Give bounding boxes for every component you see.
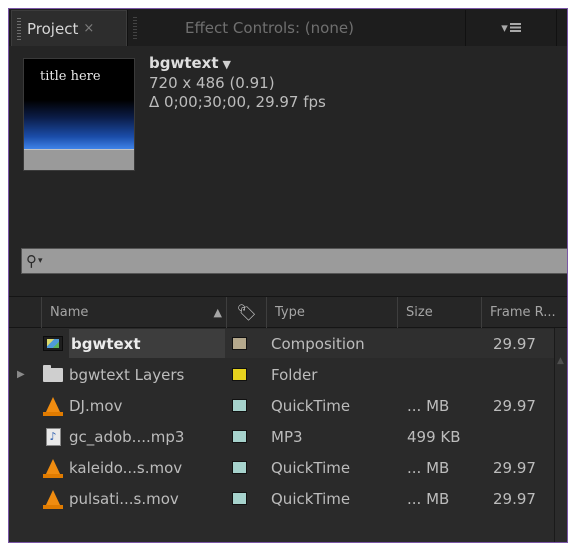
folder-icon	[41, 359, 65, 390]
label-tag-icon: 🏷	[236, 303, 257, 322]
item-name: bgwtext	[69, 329, 225, 358]
column-header-size[interactable]: Size	[397, 297, 481, 328]
item-size: ... MB	[407, 489, 450, 508]
item-size: 499 KB	[407, 427, 461, 446]
tab-project[interactable]: Project ×	[11, 10, 127, 46]
tab-grip-handle[interactable]	[133, 17, 137, 39]
preview-dimensions: 720 x 486 (0.91)	[149, 74, 275, 92]
expand-triangle-icon[interactable]: ▶	[17, 359, 31, 390]
item-size	[407, 328, 481, 359]
tab-close-icon[interactable]: ×	[83, 21, 94, 36]
expand-triangle-icon	[17, 390, 31, 421]
item-type: QuickTime	[271, 458, 351, 477]
item-name: kaleido...s.mov	[69, 458, 183, 477]
label-color-swatch[interactable]	[231, 328, 247, 359]
project-panel: Project × Effect Controls: (none) ▾ titl…	[8, 8, 568, 543]
column-header-type[interactable]: Type	[266, 297, 397, 328]
item-name: pulsati...s.mov	[69, 489, 179, 508]
item-frame-rate	[493, 421, 549, 452]
panel-menu-button[interactable]: ▾	[465, 10, 557, 46]
expand-triangle-icon	[17, 328, 31, 359]
column-header-name[interactable]: Name ▲	[41, 297, 226, 328]
audio-file-icon: ♪	[41, 421, 65, 452]
item-type: QuickTime	[271, 489, 351, 508]
item-type: Composition	[271, 334, 365, 353]
search-input[interactable]: ⚲ ▾	[21, 248, 567, 274]
list-item[interactable]: bgwtext Composition 29.97	[9, 328, 554, 359]
tab-effect-controls[interactable]: Effect Controls: (none)	[127, 10, 463, 46]
sort-ascending-icon: ▲	[213, 306, 222, 319]
item-type: Folder	[271, 365, 318, 384]
item-size	[407, 359, 481, 390]
composition-thumbnail: title here	[23, 58, 135, 171]
column-header-name-label: Name	[50, 305, 89, 320]
label-color-swatch[interactable]	[231, 452, 247, 483]
screenshot-frame: Project × Effect Controls: (none) ▾ titl…	[0, 0, 573, 553]
column-header-frame-rate[interactable]: Frame R...	[481, 297, 567, 328]
label-color-swatch[interactable]	[231, 421, 247, 452]
search-icon[interactable]: ⚲	[26, 252, 37, 270]
item-name: bgwtext Layers	[69, 365, 185, 384]
item-info: bgwtext ▼ 720 x 486 (0.91) Δ 0;00;30;00, …	[149, 54, 326, 112]
search-bar: ⚲ ▾	[9, 248, 567, 276]
item-type: MP3	[271, 427, 303, 446]
item-frame-rate: 29.97	[493, 458, 536, 477]
column-header-frame-rate-label: Frame R...	[490, 305, 556, 320]
project-items-list: Name ▲ 🏷 Type Size Frame R... bgwtext Com…	[9, 296, 567, 542]
vertical-scrollbar[interactable]: ▲	[554, 328, 567, 542]
search-options-caret-icon[interactable]: ▾	[38, 256, 43, 266]
item-name: DJ.mov	[69, 396, 123, 415]
label-color-swatch[interactable]	[231, 483, 247, 514]
tab-grip-handle[interactable]	[17, 17, 21, 40]
label-color-swatch[interactable]	[231, 359, 247, 390]
column-header-type-label: Type	[275, 305, 305, 320]
item-frame-rate: 29.97	[493, 489, 536, 508]
vlc-cone-icon	[41, 483, 65, 514]
item-name: gc_adob....mp3	[69, 427, 185, 446]
list-item[interactable]: ▶ bgwtext Layers Folder	[9, 359, 554, 390]
preview-duration: Δ 0;00;30;00, 29.97 fps	[149, 93, 326, 111]
item-size: ... MB	[407, 458, 450, 477]
label-color-swatch[interactable]	[231, 390, 247, 421]
list-item[interactable]: ♪ gc_adob....mp3 MP3 499 KB	[9, 421, 554, 452]
list-item[interactable]: pulsati...s.mov QuickTime ... MB 29.97	[9, 483, 554, 514]
preview-item-name: bgwtext	[149, 54, 219, 72]
tab-project-label: Project	[27, 19, 79, 38]
panel-menu-icon: ▾	[501, 21, 521, 36]
chevron-down-icon[interactable]: ▼	[223, 58, 231, 71]
thumbnail-text: title here	[40, 69, 101, 84]
expand-triangle-icon	[17, 421, 31, 452]
expand-triangle-icon	[17, 452, 31, 483]
tab-effect-controls-label: Effect Controls: (none)	[185, 19, 354, 37]
item-frame-rate: 29.97	[493, 396, 536, 415]
item-size: ... MB	[407, 396, 450, 415]
item-type: QuickTime	[271, 396, 351, 415]
item-frame-rate: 29.97	[493, 334, 536, 353]
scroll-up-arrow-icon[interactable]: ▲	[557, 356, 564, 366]
vlc-cone-icon	[41, 452, 65, 483]
composition-icon	[41, 328, 65, 359]
item-frame-rate	[493, 359, 549, 390]
panel-tab-bar: Project × Effect Controls: (none) ▾	[9, 9, 567, 46]
column-header-label[interactable]: 🏷	[226, 297, 266, 328]
expand-triangle-icon	[17, 483, 31, 514]
vlc-cone-icon	[41, 390, 65, 421]
column-header-size-label: Size	[406, 305, 433, 320]
column-header-row: Name ▲ 🏷 Type Size Frame R...	[9, 296, 567, 328]
list-item[interactable]: kaleido...s.mov QuickTime ... MB 29.97	[9, 452, 554, 483]
list-item[interactable]: DJ.mov QuickTime ... MB 29.97	[9, 390, 554, 421]
